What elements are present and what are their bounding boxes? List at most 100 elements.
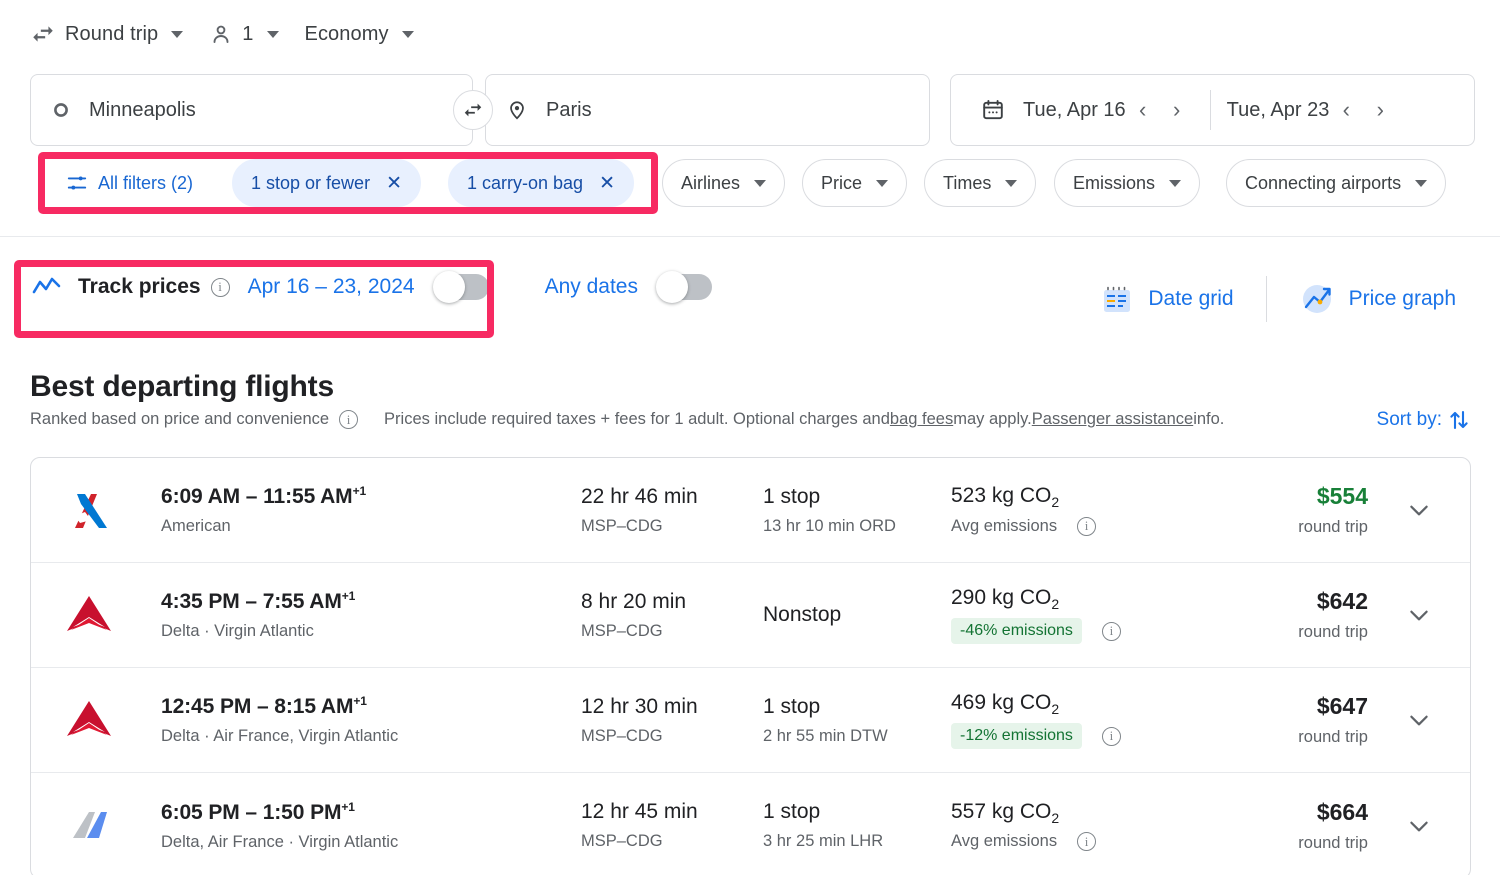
flight-time-cell: 6:05 PM – 1:50 PM+1 Delta, Air France · …	[161, 800, 581, 852]
trip-type-label: Round trip	[65, 23, 158, 46]
status-badge: -46% emissions	[951, 618, 1082, 644]
flight-time-cell: 12:45 PM – 8:15 AM+1 Delta · Air France,…	[161, 694, 581, 746]
table-row[interactable]: 12:45 PM – 8:15 AM+1 Delta · Air France,…	[31, 668, 1470, 773]
emissions-info-icon[interactable]: i	[1077, 832, 1096, 851]
flight-emissions-detail: -12% emissions i	[951, 723, 1281, 749]
return-next-day-button[interactable]: ›	[1363, 93, 1397, 127]
chevron-down-icon	[171, 31, 183, 38]
return-date-group[interactable]: Tue, Apr 23 ‹ ›	[1227, 93, 1398, 127]
flight-airline: Delta, Air France · Virgin Atlantic	[161, 833, 581, 852]
flight-emissions-cell: 469 kg CO2 -12% emissions i	[951, 691, 1281, 749]
departure-date-value: Tue, Apr 16	[1023, 99, 1126, 122]
any-dates-toggle[interactable]	[658, 274, 712, 300]
return-prev-day-button[interactable]: ‹	[1329, 93, 1363, 127]
filter-dropdown-times[interactable]: Times	[924, 159, 1036, 207]
any-dates-label: Any dates	[545, 275, 638, 299]
track-prices-toggle[interactable]	[435, 274, 489, 300]
filter-dropdown-emissions[interactable]: Emissions	[1054, 159, 1200, 207]
origin-field[interactable]: Minneapolis	[30, 74, 473, 146]
flight-price: $554	[1281, 483, 1368, 510]
flight-emissions: 557 kg CO2	[951, 800, 1281, 826]
filters-bar: All filters (2) 1 stop or fewer ✕ 1 carr…	[0, 156, 1500, 210]
track-prices-label: Track prices	[78, 275, 201, 299]
flight-duration: 8 hr 20 min	[581, 590, 763, 614]
track-prices-info-icon[interactable]: i	[211, 278, 230, 297]
flight-airline: Delta · Virgin Atlantic	[161, 622, 581, 641]
flight-times: 6:05 PM – 1:50 PM+1	[161, 800, 581, 825]
chevron-down-icon	[1406, 497, 1432, 523]
expand-flight-button[interactable]	[1392, 497, 1446, 523]
status-badge: -12% emissions	[951, 723, 1082, 749]
swap-origin-destination-button[interactable]	[453, 90, 493, 130]
chevron-down-icon	[1005, 180, 1017, 187]
table-row[interactable]: 4:35 PM – 7:55 AM+1 Delta · Virgin Atlan…	[31, 563, 1470, 668]
flight-emissions-note: Avg emissions	[951, 832, 1057, 851]
return-date-value: Tue, Apr 23	[1227, 99, 1330, 122]
date-grid-label: Date grid	[1148, 287, 1233, 311]
all-filters-button[interactable]: All filters (2)	[48, 159, 211, 207]
filter-chip-carryon[interactable]: 1 carry-on bag ✕	[448, 159, 634, 207]
ranking-info-icon[interactable]: i	[339, 410, 358, 429]
trip-type-selector[interactable]: Round trip	[30, 21, 209, 47]
departure-next-day-button[interactable]: ›	[1160, 93, 1194, 127]
departure-date-group[interactable]: Tue, Apr 16 ‹ ›	[1023, 93, 1194, 127]
page-title: Best departing flights	[30, 370, 334, 404]
flight-stops-cell: Nonstop	[763, 603, 951, 627]
emissions-info-icon[interactable]: i	[1102, 727, 1121, 746]
filter-dropdown-connecting-airports-label: Connecting airports	[1245, 173, 1401, 194]
filter-dropdown-price[interactable]: Price	[802, 159, 907, 207]
flight-stop-detail: 13 hr 10 min ORD	[763, 517, 951, 536]
filter-chip-stops[interactable]: 1 stop or fewer ✕	[232, 159, 421, 207]
expand-flight-button[interactable]	[1392, 813, 1446, 839]
filter-dropdown-connecting-airports[interactable]: Connecting airports	[1226, 159, 1446, 207]
emissions-info-icon[interactable]: i	[1077, 517, 1096, 536]
flight-price-type: round trip	[1281, 518, 1368, 537]
filter-dropdown-times-label: Times	[943, 173, 991, 194]
american-airlines-logo	[61, 482, 117, 538]
flight-search-fields: Minneapolis Paris Tue, Apr 16 ‹ › Tue, A…	[30, 74, 1475, 146]
table-row[interactable]: 6:09 AM – 11:55 AM+1 American 22 hr 46 m…	[31, 458, 1470, 563]
origin-value: Minneapolis	[89, 99, 196, 122]
date-grid-icon	[1100, 282, 1134, 316]
destination-field[interactable]: Paris	[485, 74, 930, 146]
passenger-assistance-link[interactable]: Passenger assistance	[1032, 410, 1193, 429]
flight-stop-detail: 2 hr 55 min DTW	[763, 727, 951, 746]
departure-prev-day-button[interactable]: ‹	[1126, 93, 1160, 127]
flight-emissions-cell: 557 kg CO2 Avg emissions i	[951, 800, 1281, 851]
expand-flight-button[interactable]	[1392, 602, 1446, 628]
table-row[interactable]: 6:05 PM – 1:50 PM+1 Delta, Air France · …	[31, 773, 1470, 875]
track-prices-date-range: Apr 16 – 23, 2024	[248, 275, 415, 299]
filter-dropdown-airlines[interactable]: Airlines	[662, 159, 785, 207]
cabin-class-label: Economy	[305, 23, 389, 46]
flight-stop-detail: 3 hr 25 min LHR	[763, 832, 951, 851]
price-graph-label: Price graph	[1349, 287, 1456, 311]
delta-logo	[61, 692, 117, 748]
chevron-down-icon	[1169, 180, 1181, 187]
flight-route: MSP–CDG	[581, 727, 763, 746]
bag-fees-link[interactable]: bag fees	[890, 410, 953, 429]
expand-flight-button[interactable]	[1392, 707, 1446, 733]
cabin-class-selector[interactable]: Economy	[305, 23, 440, 46]
flight-emissions-note: Avg emissions	[951, 517, 1057, 536]
flight-price-cell: $664 round trip	[1281, 799, 1392, 853]
location-pin-icon	[506, 99, 528, 121]
track-prices-group: Track prices i Apr 16 – 23, 2024 Any dat…	[32, 274, 712, 300]
price-graph-button[interactable]: Price graph	[1285, 281, 1470, 317]
person-icon	[209, 22, 233, 46]
section-subtitle: Ranked based on price and convenience i …	[30, 410, 1224, 429]
toggle-knob	[656, 271, 688, 303]
date-grid-button[interactable]: Date grid	[1086, 282, 1247, 316]
remove-carryon-filter-icon[interactable]: ✕	[599, 172, 615, 195]
flight-price-cell: $647 round trip	[1281, 693, 1392, 747]
date-field-divider	[1210, 90, 1211, 130]
emissions-info-icon[interactable]: i	[1102, 622, 1121, 641]
flight-stops: Nonstop	[763, 603, 951, 627]
chevron-down-icon	[402, 31, 414, 38]
all-filters-label: All filters (2)	[98, 173, 193, 194]
flight-price-type: round trip	[1281, 623, 1368, 642]
sort-by-button[interactable]: Sort by:	[1377, 408, 1470, 432]
filter-dropdown-price-label: Price	[821, 173, 862, 194]
remove-stops-filter-icon[interactable]: ✕	[386, 172, 402, 195]
flight-price-cell: $554 round trip	[1281, 483, 1392, 537]
passenger-count-selector[interactable]: 1	[209, 22, 304, 46]
